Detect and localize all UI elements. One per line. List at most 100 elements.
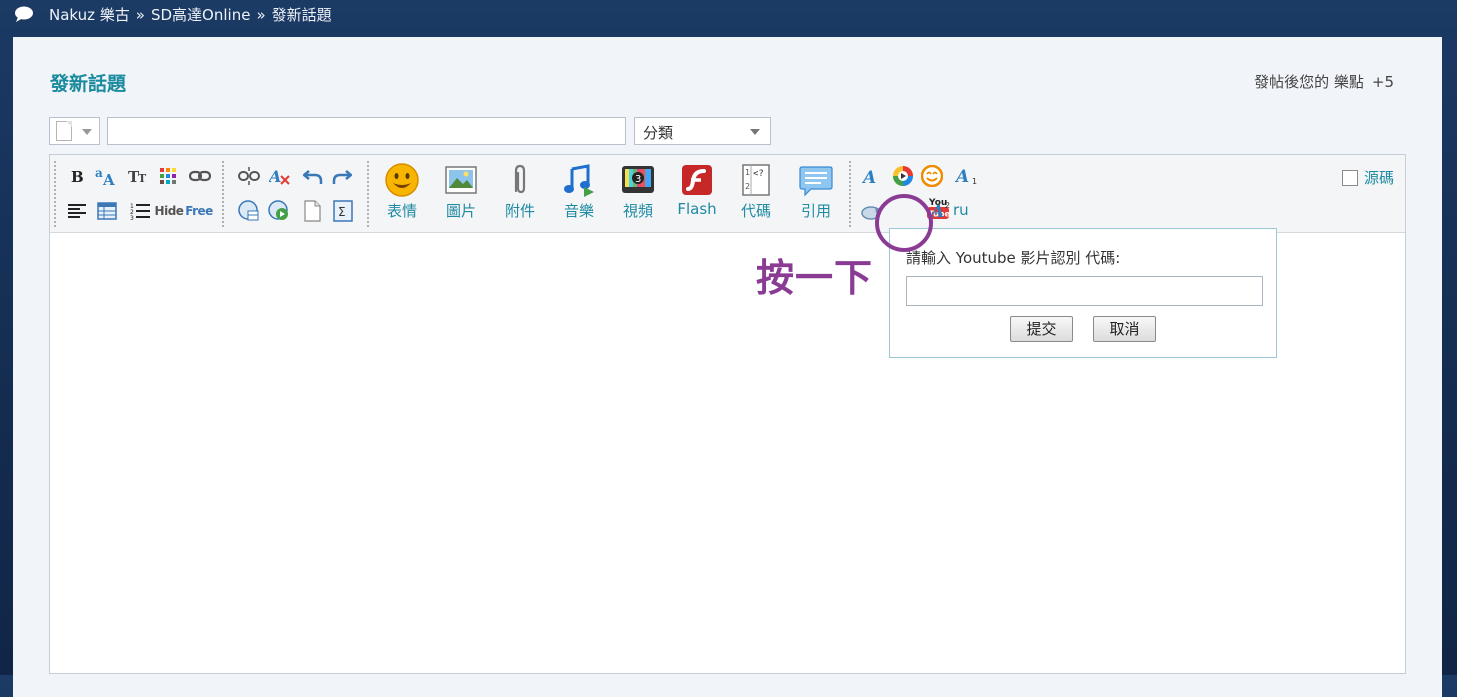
- svg-text:3: 3: [130, 215, 134, 220]
- quote-icon: [799, 166, 833, 197]
- editor-toolbar: B aA TT 123 Hide Free A Σ 表情 圖片 附件 音樂 3 …: [50, 155, 1405, 233]
- sigma-icon[interactable]: Σ: [332, 200, 354, 222]
- svg-text:1: 1: [745, 168, 750, 177]
- attachment-label: 附件: [504, 202, 535, 220]
- flash-label: Flash: [677, 200, 717, 218]
- music-label: 音樂: [563, 202, 594, 220]
- video-icon: 3: [622, 166, 654, 193]
- smiley-small-icon[interactable]: [921, 165, 943, 187]
- toolbar-grip: [849, 161, 852, 227]
- breadcrumb: Nakuz 樂古 » SD高達Online » 發新話題: [49, 4, 332, 25]
- redo-icon[interactable]: [331, 165, 353, 187]
- color-grid-icon[interactable]: [157, 165, 179, 187]
- image-icon: [445, 166, 477, 194]
- subject-input[interactable]: [107, 117, 626, 145]
- chat-bubble-icon: [15, 6, 33, 22]
- points-text: 發帖後您的 樂點: [1254, 73, 1364, 91]
- hide-icon[interactable]: Hide: [154, 200, 184, 222]
- paperclip-icon: [514, 164, 526, 194]
- svg-text:3: 3: [635, 174, 641, 185]
- svg-text:2: 2: [945, 201, 950, 210]
- align-icon[interactable]: [66, 200, 88, 222]
- breadcrumb-item-current: 發新話題: [271, 6, 332, 24]
- smiley-button[interactable]: 表情: [377, 163, 427, 227]
- toolbar-grip: [54, 161, 57, 227]
- post-icon-select[interactable]: [49, 117, 100, 145]
- quote-button[interactable]: 引用: [791, 163, 841, 227]
- top-bar: Nakuz 樂古 » SD高達Online » 發新話題: [0, 0, 1457, 28]
- svg-text:A: A: [862, 168, 876, 185]
- category-select[interactable]: 分類: [634, 117, 771, 145]
- chevron-down-icon: [82, 129, 92, 135]
- svg-text:1: 1: [972, 177, 977, 186]
- table-icon[interactable]: [96, 200, 118, 222]
- svg-text:<?: <?: [753, 169, 764, 179]
- color-wheel-icon[interactable]: [892, 165, 914, 187]
- annotation-text: 按一下: [756, 256, 874, 300]
- source-toggle[interactable]: 源碼: [1342, 167, 1394, 188]
- undo-icon[interactable]: [302, 165, 324, 187]
- image-button[interactable]: 圖片: [436, 163, 486, 227]
- highlight-circle: [875, 194, 933, 252]
- breadcrumb-separator: »: [135, 6, 145, 24]
- source-checkbox[interactable]: [1342, 169, 1358, 186]
- clear-format-icon[interactable]: A: [269, 165, 291, 187]
- svg-text:A: A: [269, 167, 281, 185]
- toolbar-grip: [222, 161, 225, 227]
- superscript-a-icon: A2: [930, 201, 950, 220]
- breadcrumb-separator: »: [256, 6, 266, 24]
- toolbar-grip: [367, 161, 370, 227]
- youtube-code-input[interactable]: [906, 276, 1263, 306]
- svg-text:a: a: [95, 166, 103, 180]
- chevron-down-icon: [750, 129, 760, 135]
- flash-icon: [682, 165, 712, 195]
- attachment-button[interactable]: 附件: [495, 163, 545, 227]
- hide-icon-text: Hide: [154, 204, 184, 218]
- document-icon: [56, 121, 72, 141]
- youtube-prompt: 請輸入 Youtube 影片認別 代碼:: [906, 249, 1121, 267]
- svg-text:A: A: [102, 171, 115, 186]
- page-icon[interactable]: [301, 200, 323, 222]
- category-selected-value: 分類: [643, 124, 674, 142]
- code-button[interactable]: 1 2 <? 代碼: [731, 163, 781, 227]
- youtube-popup: 請輸入 Youtube 影片認別 代碼: 提交 取消: [889, 228, 1277, 358]
- unlink-icon[interactable]: [238, 165, 260, 187]
- link-icon[interactable]: [189, 165, 211, 187]
- font-color-icon[interactable]: aA: [95, 165, 117, 187]
- smiley-label: 表情: [386, 202, 417, 220]
- flash-button[interactable]: Flash: [672, 163, 722, 227]
- music-icon: [564, 164, 594, 197]
- points-info: 發帖後您的 樂點 +5: [1254, 71, 1394, 92]
- music-button[interactable]: 音樂: [554, 163, 604, 227]
- font-style-icon[interactable]: A: [861, 165, 883, 187]
- superscript-button[interactable]: A2 ru: [930, 199, 972, 221]
- insert-media-icon[interactable]: [238, 200, 260, 222]
- ru-text: ru: [953, 201, 969, 219]
- video-button[interactable]: 3 視頻: [613, 163, 663, 227]
- svg-text:A: A: [955, 167, 969, 186]
- svg-text:Σ: Σ: [338, 205, 346, 219]
- play-icon[interactable]: [268, 200, 290, 222]
- svg-text:T: T: [138, 172, 147, 185]
- code-label: 代碼: [740, 202, 771, 220]
- cancel-button[interactable]: 取消: [1093, 316, 1156, 342]
- svg-text:B: B: [71, 168, 84, 184]
- points-value: +5: [1371, 73, 1394, 91]
- free-icon[interactable]: Free: [184, 200, 214, 222]
- free-icon-text: Free: [185, 204, 213, 218]
- bold-icon[interactable]: B: [66, 165, 88, 187]
- source-label: 源碼: [1364, 169, 1395, 187]
- subscript-icon[interactable]: A1: [955, 165, 981, 187]
- code-icon: 1 2<?: [742, 164, 770, 196]
- list-icon[interactable]: 123: [129, 200, 151, 222]
- image-label: 圖片: [445, 202, 476, 220]
- main-panel: 發新話題 發帖後您的 樂點 +5 分類 B aA TT 123 Hide Fre…: [13, 37, 1442, 697]
- submit-button[interactable]: 提交: [1010, 316, 1073, 342]
- page-title: 發新話題: [50, 73, 127, 95]
- video-label: 視頻: [622, 202, 653, 220]
- quote-label: 引用: [800, 202, 831, 220]
- smiley-icon: [385, 163, 419, 197]
- breadcrumb-item-forum[interactable]: SD高達Online: [151, 6, 250, 24]
- font-size-icon[interactable]: TT: [128, 165, 150, 187]
- breadcrumb-item-home[interactable]: Nakuz 樂古: [49, 6, 130, 24]
